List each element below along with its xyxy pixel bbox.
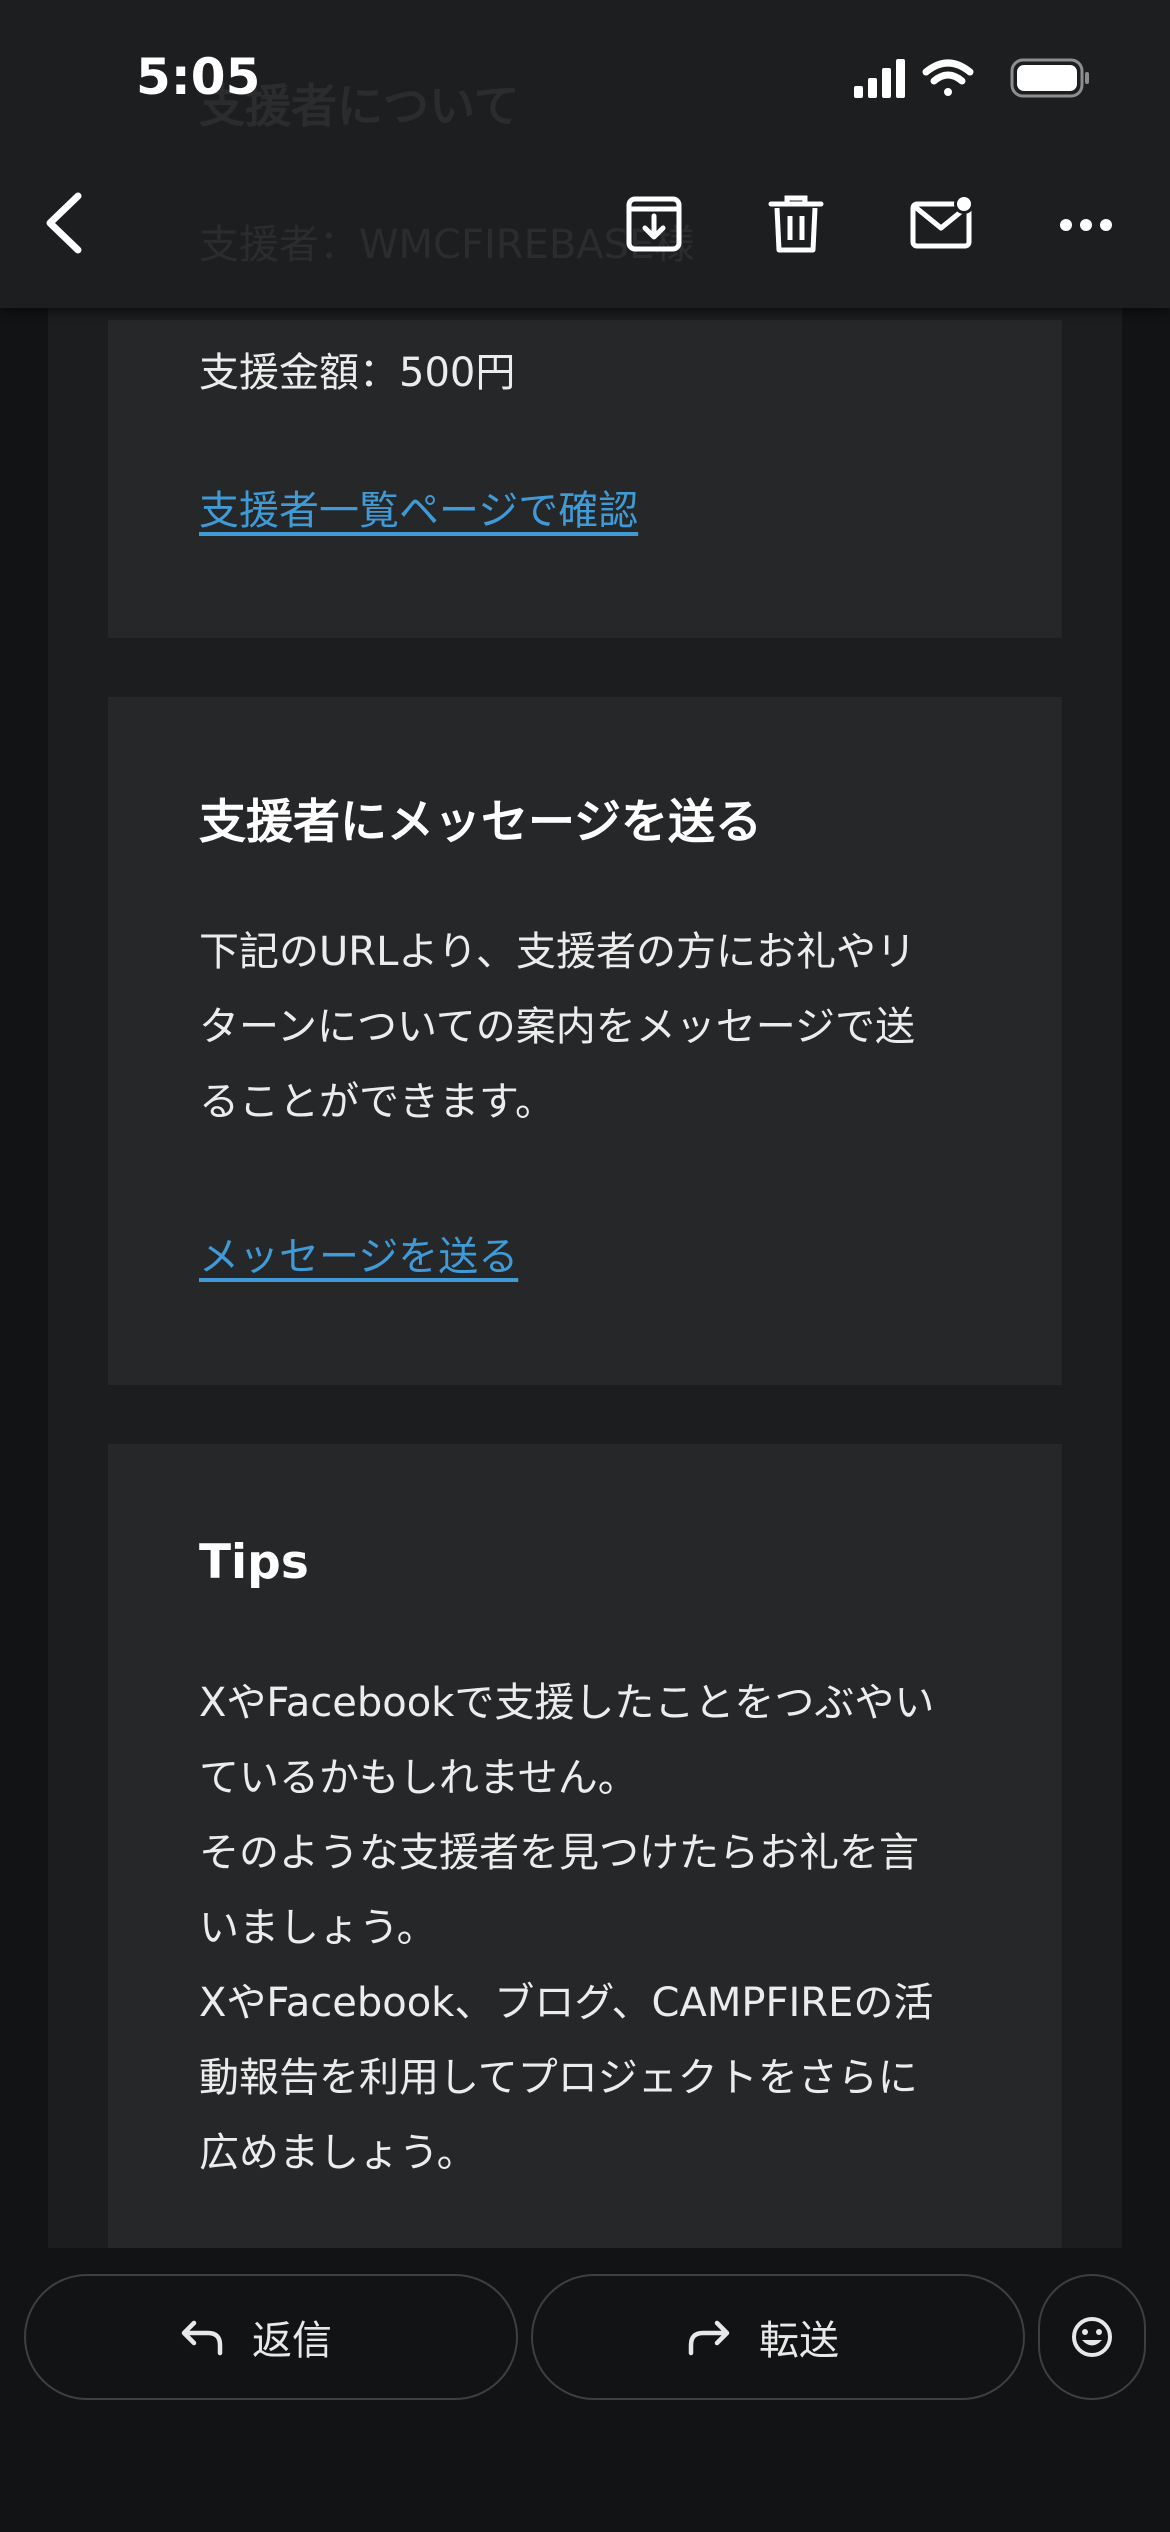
tips-heading: Tips — [199, 1535, 309, 1590]
message-card-body: 下記のURLより、支援者の方にお礼やリ ターンについての案内をメッセージで送 る… — [199, 929, 916, 1125]
mark-unread-button[interactable] — [910, 194, 976, 254]
mail-unread-icon — [910, 194, 974, 249]
reply-button[interactable]: 返信 — [24, 2274, 518, 2400]
more-button[interactable] — [1058, 210, 1114, 244]
tips-body: XやFacebookで支援したことをつぶやい ているかもしれません。 そのような… — [199, 1680, 935, 2176]
archive-button[interactable] — [624, 194, 684, 258]
emoji-reaction-button[interactable] — [1038, 2274, 1146, 2400]
send-message-link[interactable]: メッセージを送る — [199, 1224, 518, 1282]
mail-header: 支援者について 支援者：WMCFIREBASE様 5:05 — [0, 0, 1170, 308]
reply-arrow-icon — [181, 2320, 223, 2356]
status-icons — [850, 56, 1090, 104]
trash-icon — [768, 195, 824, 253]
forward-label: 転送 — [759, 2318, 839, 2364]
forward-arrow-icon — [688, 2320, 730, 2356]
smiley-face-icon — [1072, 2317, 1112, 2357]
delete-button[interactable] — [768, 194, 824, 258]
status-time: 5:05 — [136, 48, 261, 106]
archive-icon — [626, 196, 682, 252]
back-button[interactable] — [40, 188, 88, 262]
forward-button[interactable]: 転送 — [531, 2274, 1025, 2400]
battery-icon — [1010, 58, 1089, 98]
reply-label: 返信 — [252, 2318, 332, 2364]
supporter-list-link[interactable]: 支援者一覧ページで確認 — [199, 478, 638, 536]
wifi-icon — [922, 59, 974, 96]
header-ghost-subtitle: 支援者：WMCFIREBASE様 — [199, 222, 695, 268]
support-amount-text: 支援金額：500円 — [199, 350, 516, 396]
more-horizontal-icon — [1060, 219, 1112, 231]
chevron-left-icon — [46, 192, 82, 254]
cellular-signal-icon — [854, 59, 905, 98]
message-card-heading: 支援者にメッセージを送る — [199, 795, 763, 850]
